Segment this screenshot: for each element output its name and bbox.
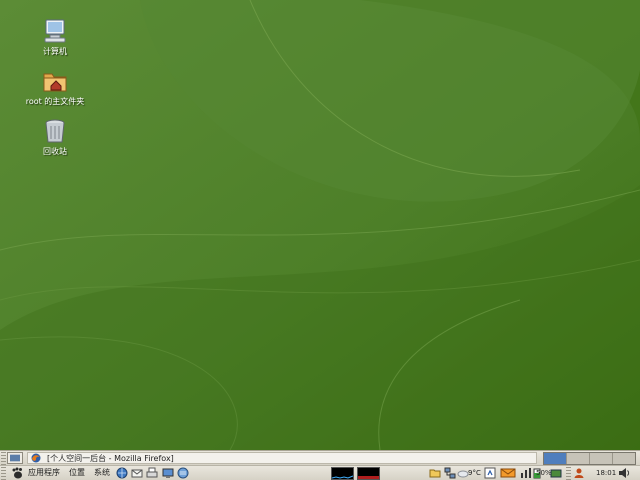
panel-handle[interactable]	[566, 467, 571, 480]
desktop-icon-home-folder[interactable]: root 的主文件夹	[15, 67, 95, 107]
printer-icon[interactable]	[146, 467, 158, 479]
volume-icon[interactable]	[618, 467, 630, 479]
trash-icon	[45, 119, 65, 143]
screen-icon[interactable]	[162, 467, 174, 479]
mail-tray-icon[interactable]	[500, 467, 516, 479]
applications-menu[interactable]: 应用程序	[28, 468, 60, 478]
show-desktop-button[interactable]	[7, 452, 23, 464]
main-panel: 应用程序 位置 系统 9°C 50% 18:01	[0, 465, 640, 480]
workspace-1[interactable]	[544, 453, 567, 464]
folder-icon[interactable]	[429, 467, 441, 479]
panel-handle[interactable]	[1, 467, 6, 480]
desktop-icon-trash[interactable]: 回收站	[15, 117, 95, 157]
clock[interactable]: 18:01	[596, 469, 616, 478]
temperature-text: 9°C	[468, 469, 481, 477]
places-menu[interactable]: 位置	[69, 468, 85, 478]
memory-monitor[interactable]	[357, 467, 380, 480]
workspace-2[interactable]	[567, 453, 590, 464]
desktop-icon-label: 计算机	[43, 47, 67, 56]
workspace-4[interactable]	[613, 453, 635, 464]
cpu-graph	[331, 475, 354, 479]
cpu-monitor[interactable]	[331, 467, 354, 480]
task-button-firefox[interactable]: [个人空间一后台 - Mozilla Firefox]	[27, 452, 537, 464]
task-label: [个人空间一后台 - Mozilla Firefox]	[47, 453, 174, 463]
keyboard-icon[interactable]	[550, 467, 562, 479]
chart-icon[interactable]	[520, 467, 532, 479]
desktop-icon-label: root 的主文件夹	[25, 97, 85, 106]
update-icon[interactable]	[484, 467, 496, 479]
system-menu[interactable]: 系统	[94, 468, 110, 478]
gnome-foot-icon	[12, 467, 22, 479]
workspace-3[interactable]	[590, 453, 613, 464]
computer-icon	[44, 19, 66, 43]
memory-graph	[358, 476, 379, 479]
network-tray-icon[interactable]	[444, 467, 456, 479]
email-icon[interactable]	[131, 467, 143, 479]
show-desktop-icon	[10, 454, 20, 462]
desktop-icon-computer[interactable]: 计算机	[15, 17, 95, 57]
user-icon[interactable]	[573, 467, 585, 479]
desktop-wallpaper	[0, 0, 640, 450]
window-list-panel: [个人空间一后台 - Mozilla Firefox]	[0, 450, 640, 465]
firefox-icon	[31, 453, 41, 463]
workspace-switcher[interactable]	[543, 452, 636, 465]
network-icon[interactable]	[177, 467, 189, 479]
home-folder-icon	[43, 73, 67, 92]
panel-handle[interactable]	[1, 452, 6, 465]
web-browser-icon[interactable]	[116, 467, 128, 479]
desktop-icon-label: 回收站	[43, 147, 67, 156]
